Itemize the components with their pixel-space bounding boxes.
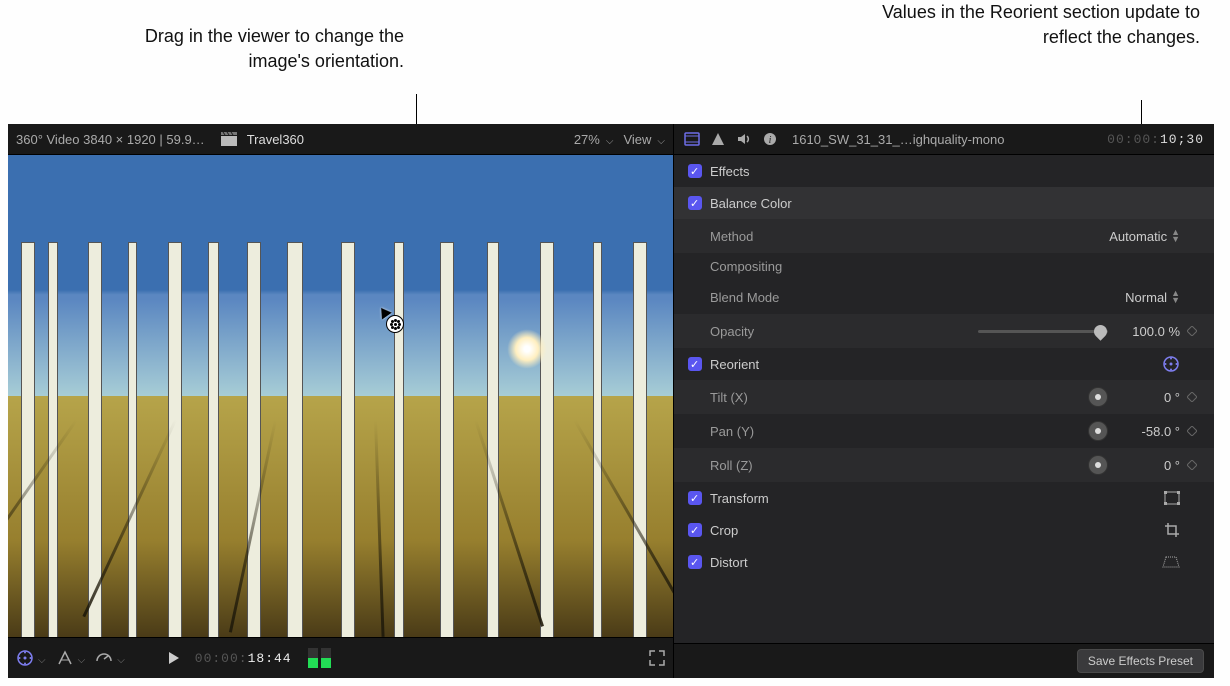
- app-window: 360° Video 3840 × 1920 | 59.9… Travel360…: [8, 124, 1214, 678]
- viewer-canvas[interactable]: [8, 155, 673, 637]
- effects-section[interactable]: Effects: [674, 155, 1214, 187]
- distort-onscreen-icon[interactable]: [1162, 555, 1180, 569]
- save-effects-preset-button[interactable]: Save Effects Preset: [1077, 649, 1204, 673]
- reorient-drag-cursor: [380, 309, 402, 331]
- opacity-row: Opacity 100.0 %: [674, 314, 1214, 348]
- transform-tool-dropdown[interactable]: [56, 649, 86, 667]
- view-label: View: [623, 132, 651, 147]
- crop-title: Crop: [710, 523, 738, 538]
- tilt-dial[interactable]: [1088, 387, 1108, 407]
- method-row: Method Automatic ▲▼: [674, 219, 1214, 253]
- pan-dial[interactable]: [1088, 421, 1108, 441]
- inspector-body: Effects Balance Color Method Automatic ▲▼…: [674, 155, 1214, 643]
- pan-keyframe[interactable]: [1180, 426, 1204, 436]
- blend-mode-value: Normal: [1125, 290, 1167, 305]
- callout-right: Values in the Reorient section update to…: [880, 0, 1200, 50]
- sun-highlight: [507, 329, 547, 369]
- method-popup[interactable]: Automatic ▲▼: [1109, 229, 1180, 244]
- effects-checkbox[interactable]: [688, 164, 702, 178]
- stepper-icon: ▲▼: [1171, 290, 1180, 304]
- viewer-image-placeholder: [8, 242, 673, 406]
- inspector-header: i 1610_SW_31_31_…ighquality-mono 00:00:1…: [674, 124, 1214, 155]
- pan-label: Pan (Y): [710, 424, 870, 439]
- balance-color-title: Balance Color: [710, 196, 792, 211]
- reorient-onscreen-icon[interactable]: [1162, 355, 1180, 373]
- color-inspector-tab[interactable]: [710, 131, 726, 147]
- effects-title: Effects: [710, 164, 750, 179]
- pan-row: Pan (Y) -58.0 °: [674, 414, 1214, 448]
- roll-dial[interactable]: [1088, 455, 1108, 475]
- callout-leader-left: [416, 94, 417, 126]
- transform-title: Transform: [710, 491, 769, 506]
- retime-tool-dropdown[interactable]: [95, 649, 125, 667]
- tilt-label: Tilt (X): [710, 390, 870, 405]
- viewer-header: 360° Video 3840 × 1920 | 59.9… Travel360…: [8, 124, 673, 155]
- viewer-toolbar: 00:00:18:44: [8, 637, 673, 678]
- annotation-area: Drag in the viewer to change the image's…: [0, 0, 1230, 124]
- opacity-label: Opacity: [710, 324, 870, 339]
- method-label: Method: [710, 229, 870, 244]
- balance-color-checkbox[interactable]: [688, 196, 702, 210]
- pan-value[interactable]: -58.0 °: [1116, 424, 1180, 439]
- roll-keyframe[interactable]: [1180, 460, 1204, 470]
- opacity-keyframe[interactable]: [1180, 326, 1204, 336]
- viewer-timecode[interactable]: 00:00:18:44: [195, 651, 292, 666]
- zoom-value: 27%: [574, 132, 600, 147]
- inspector-timecode: 00:00:10;30: [1107, 132, 1204, 147]
- chevron-down-icon: [655, 132, 665, 147]
- zoom-dropdown[interactable]: 27%: [574, 132, 614, 147]
- viewer-pane: 360° Video 3840 × 1920 | 59.9… Travel360…: [8, 124, 674, 678]
- tilt-value[interactable]: 0 °: [1116, 390, 1180, 405]
- audio-inspector-tab[interactable]: [736, 131, 752, 147]
- tilt-row: Tilt (X) 0 °: [674, 380, 1214, 414]
- audio-meter[interactable]: [308, 648, 336, 668]
- opacity-slider[interactable]: [978, 330, 1108, 333]
- viewer-clip-name: Travel360: [247, 132, 304, 147]
- blend-mode-label: Blend Mode: [710, 290, 870, 305]
- info-inspector-tab[interactable]: i: [762, 131, 778, 147]
- video-inspector-tab[interactable]: [684, 131, 700, 147]
- reorient-title: Reorient: [710, 357, 759, 372]
- method-value: Automatic: [1109, 229, 1167, 244]
- blend-mode-popup[interactable]: Normal ▲▼: [1125, 290, 1180, 305]
- compositing-section[interactable]: Compositing: [674, 253, 1214, 280]
- transform-onscreen-icon[interactable]: [1164, 491, 1180, 505]
- svg-text:i: i: [769, 135, 772, 146]
- callout-left: Drag in the viewer to change the image's…: [104, 24, 404, 74]
- balance-color-section[interactable]: Balance Color: [674, 187, 1214, 219]
- chevron-down-icon: [604, 132, 614, 147]
- opacity-value[interactable]: 100.0 %: [1116, 324, 1180, 339]
- clapperboard-icon: [221, 132, 237, 146]
- distort-checkbox[interactable]: [688, 555, 702, 569]
- reorient-checkbox[interactable]: [688, 357, 702, 371]
- compositing-title: Compositing: [710, 259, 782, 274]
- chevron-down-icon: [115, 651, 125, 666]
- play-button[interactable]: [169, 652, 179, 664]
- distort-title: Distort: [710, 555, 748, 570]
- stepper-icon: ▲▼: [1171, 229, 1180, 243]
- chevron-down-icon: [36, 651, 46, 666]
- crop-onscreen-icon[interactable]: [1164, 522, 1180, 538]
- tilt-keyframe[interactable]: [1180, 392, 1204, 402]
- inspector-pane: i 1610_SW_31_31_…ighquality-mono 00:00:1…: [674, 124, 1214, 678]
- chevron-down-icon: [76, 651, 86, 666]
- crop-checkbox[interactable]: [688, 523, 702, 537]
- viewer-format-info: 360° Video 3840 × 1920 | 59.9…: [16, 132, 205, 147]
- orientation-tool-dropdown[interactable]: [16, 649, 46, 667]
- roll-value[interactable]: 0 °: [1116, 458, 1180, 473]
- fullscreen-button[interactable]: [649, 650, 665, 666]
- blend-mode-row: Blend Mode Normal ▲▼: [674, 280, 1214, 314]
- distort-section[interactable]: Distort: [674, 546, 1214, 578]
- transform-section[interactable]: Transform: [674, 482, 1214, 514]
- inspector-clip-name: 1610_SW_31_31_…ighquality-mono: [792, 132, 1004, 147]
- transform-checkbox[interactable]: [688, 491, 702, 505]
- inspector-footer: Save Effects Preset: [674, 643, 1214, 678]
- roll-row: Roll (Z) 0 °: [674, 448, 1214, 482]
- roll-label: Roll (Z): [710, 458, 870, 473]
- crop-section[interactable]: Crop: [674, 514, 1214, 546]
- reorient-section[interactable]: Reorient: [674, 348, 1214, 380]
- view-dropdown[interactable]: View: [623, 132, 665, 147]
